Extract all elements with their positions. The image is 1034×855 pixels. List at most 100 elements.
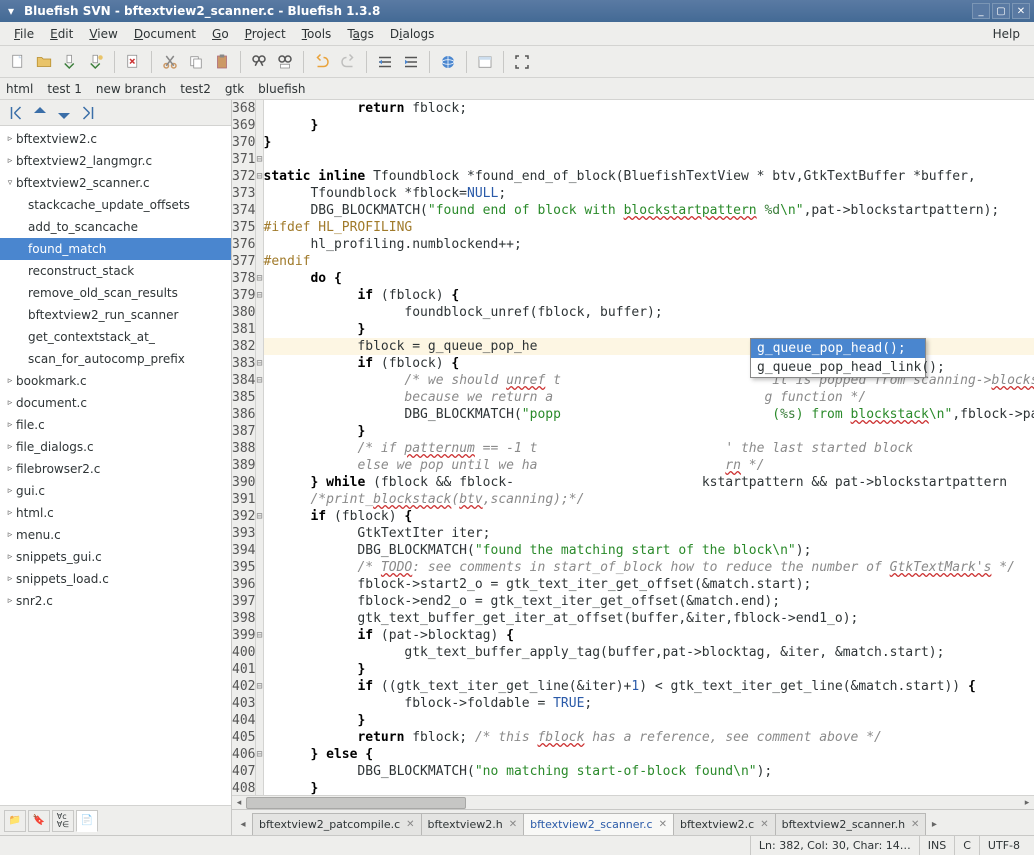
fold-marker[interactable] bbox=[256, 423, 263, 440]
tree-symbol-item[interactable]: reconstruct_stack bbox=[0, 260, 231, 282]
fold-marker[interactable] bbox=[256, 780, 263, 795]
code-line[interactable]: if (fblock) { bbox=[263, 287, 1034, 304]
code-line[interactable]: if ((gtk_text_iter_get_line(&iter)+1) < … bbox=[263, 678, 1034, 695]
tree-expander-icon[interactable]: ▹ bbox=[4, 420, 16, 430]
line-number[interactable]: 402 bbox=[232, 678, 256, 695]
tree-symbol-item[interactable]: remove_old_scan_results bbox=[0, 282, 231, 304]
scroll-left-icon[interactable]: ◂ bbox=[232, 796, 246, 810]
code-line[interactable]: gtk_text_buffer_apply_tag(buffer,pat->bl… bbox=[263, 644, 1034, 661]
code-line[interactable]: #endif bbox=[263, 253, 1034, 270]
code-line[interactable]: } while (fblock && fblock- kstartpattern… bbox=[263, 474, 1034, 491]
autocomplete-item[interactable]: g_queue_pop_head(); bbox=[751, 339, 925, 358]
fold-marker[interactable] bbox=[256, 321, 263, 338]
tree-symbol-item[interactable]: found_match bbox=[0, 238, 231, 260]
menu-view[interactable]: View bbox=[81, 25, 125, 43]
tabs-prev-button[interactable]: ◂ bbox=[234, 813, 252, 835]
line-number[interactable]: 386 bbox=[232, 406, 256, 423]
doctype-tab[interactable]: html bbox=[6, 82, 33, 96]
tree-expander-icon[interactable]: ▹ bbox=[4, 134, 16, 144]
close-button[interactable]: ✕ bbox=[1012, 3, 1030, 19]
status-language[interactable]: C bbox=[954, 836, 979, 855]
unindent-button[interactable] bbox=[373, 50, 397, 74]
autocomplete-item[interactable]: g_queue_pop_head_link(); bbox=[751, 358, 925, 377]
line-number[interactable]: 403 bbox=[232, 695, 256, 712]
fold-marker[interactable]: ⊟ bbox=[256, 270, 263, 287]
tree-file-item[interactable]: ▹document.c bbox=[0, 392, 231, 414]
fold-marker[interactable] bbox=[256, 134, 263, 151]
tree-file-item[interactable]: ▹bftextview2.c bbox=[0, 128, 231, 150]
prev-bookmark-button[interactable] bbox=[30, 103, 50, 123]
line-number[interactable]: 392 bbox=[232, 508, 256, 525]
code-line[interactable]: } bbox=[263, 423, 1034, 440]
tree-expander-icon[interactable]: ▿ bbox=[4, 178, 16, 188]
fold-marker[interactable] bbox=[256, 236, 263, 253]
tree-expander-icon[interactable]: ▹ bbox=[4, 156, 16, 166]
line-number[interactable]: 389 bbox=[232, 457, 256, 474]
doctype-tab[interactable]: gtk bbox=[225, 82, 244, 96]
redo-button[interactable] bbox=[336, 50, 360, 74]
indent-button[interactable] bbox=[399, 50, 423, 74]
line-number[interactable]: 383 bbox=[232, 355, 256, 372]
autocomplete-popup[interactable]: g_queue_pop_head();g_queue_pop_head_link… bbox=[750, 338, 926, 378]
tree-symbol-item[interactable]: stackcache_update_offsets bbox=[0, 194, 231, 216]
fold-marker[interactable]: ⊟ bbox=[256, 355, 263, 372]
fold-marker[interactable] bbox=[256, 610, 263, 627]
code-line[interactable]: #ifdef HL_PROFILING bbox=[263, 219, 1034, 236]
tree-file-item[interactable]: ▹file.c bbox=[0, 414, 231, 436]
fold-marker[interactable]: ⊟ bbox=[256, 508, 263, 525]
tree-file-item[interactable]: ▹html.c bbox=[0, 502, 231, 524]
code-line[interactable]: gtk_text_buffer_get_iter_at_offset(buffe… bbox=[263, 610, 1034, 627]
line-number[interactable]: 390 bbox=[232, 474, 256, 491]
code-line[interactable]: GtkTextIter iter; bbox=[263, 525, 1034, 542]
fold-marker[interactable] bbox=[256, 389, 263, 406]
sidebar-tab-bookmarks[interactable]: 🔖 bbox=[28, 810, 50, 832]
tree-expander-icon[interactable]: ▹ bbox=[4, 574, 16, 584]
fold-marker[interactable] bbox=[256, 593, 263, 610]
code-line[interactable]: /* if patternum == -1 t ' the last start… bbox=[263, 440, 1034, 457]
close-tab-icon[interactable]: ✕ bbox=[911, 819, 919, 830]
first-bookmark-button[interactable] bbox=[6, 103, 26, 123]
fold-marker[interactable] bbox=[256, 661, 263, 678]
next-bookmark-button[interactable] bbox=[54, 103, 74, 123]
menu-file[interactable]: File bbox=[6, 25, 42, 43]
status-encoding[interactable]: UTF-8 bbox=[979, 836, 1028, 855]
file-tab[interactable]: bftextview2.c✕ bbox=[673, 813, 776, 835]
code-line[interactable]: do { bbox=[263, 270, 1034, 287]
menu-project[interactable]: Project bbox=[237, 25, 294, 43]
fold-marker[interactable]: ⊟ bbox=[256, 746, 263, 763]
fullscreen-button[interactable] bbox=[510, 50, 534, 74]
find-button[interactable] bbox=[247, 50, 271, 74]
line-number[interactable]: 401 bbox=[232, 661, 256, 678]
save-button[interactable] bbox=[58, 50, 82, 74]
doctype-tab[interactable]: test 1 bbox=[47, 82, 82, 96]
line-number[interactable]: 370 bbox=[232, 134, 256, 151]
code-editor[interactable]: 368 return fblock;369 }370}371⊟372⊟stati… bbox=[232, 100, 1034, 795]
paste-button[interactable] bbox=[210, 50, 234, 74]
fold-marker[interactable] bbox=[256, 100, 263, 117]
line-number[interactable]: 406 bbox=[232, 746, 256, 763]
fold-marker[interactable] bbox=[256, 576, 263, 593]
fold-marker[interactable]: ⊟ bbox=[256, 168, 263, 185]
tree-expander-icon[interactable]: ▹ bbox=[4, 442, 16, 452]
tree-file-item[interactable]: ▹gui.c bbox=[0, 480, 231, 502]
find-replace-button[interactable] bbox=[273, 50, 297, 74]
copy-button[interactable] bbox=[184, 50, 208, 74]
line-number[interactable]: 399 bbox=[232, 627, 256, 644]
fold-marker[interactable] bbox=[256, 457, 263, 474]
fold-marker[interactable] bbox=[256, 117, 263, 134]
fold-marker[interactable] bbox=[256, 729, 263, 746]
fold-marker[interactable] bbox=[256, 695, 263, 712]
code-line[interactable]: /* TODO: see comments in start_of_block … bbox=[263, 559, 1034, 576]
code-line[interactable]: } bbox=[263, 661, 1034, 678]
code-line[interactable]: return fblock; bbox=[263, 100, 1034, 117]
line-number[interactable]: 408 bbox=[232, 780, 256, 795]
line-number[interactable]: 379 bbox=[232, 287, 256, 304]
doctype-tab[interactable]: new branch bbox=[96, 82, 166, 96]
minimize-button[interactable]: _ bbox=[972, 3, 990, 19]
tree-symbol-item[interactable]: scan_for_autocomp_prefix bbox=[0, 348, 231, 370]
menu-document[interactable]: Document bbox=[126, 25, 204, 43]
code-line[interactable]: } bbox=[263, 712, 1034, 729]
tree-expander-icon[interactable]: ▹ bbox=[4, 486, 16, 496]
line-number[interactable]: 391 bbox=[232, 491, 256, 508]
line-number[interactable]: 384 bbox=[232, 372, 256, 389]
